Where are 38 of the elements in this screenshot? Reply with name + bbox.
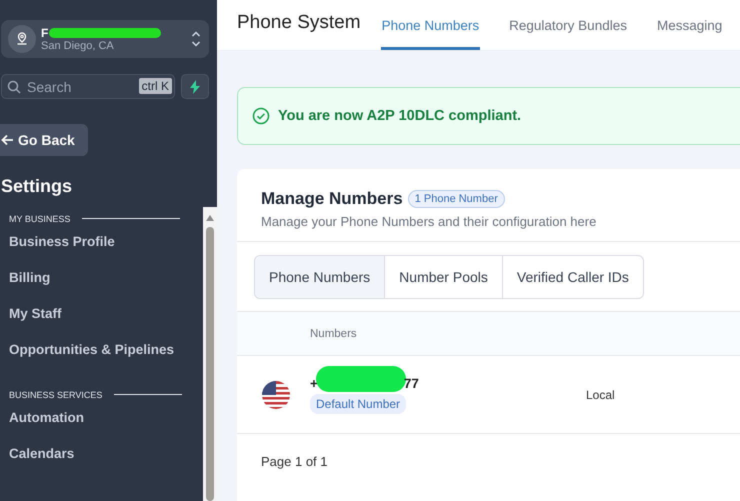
card-title: Manage Numbers bbox=[261, 189, 403, 209]
sidebar-title: Settings bbox=[1, 176, 74, 198]
segment-tab[interactable]: Verified Caller IDs bbox=[502, 256, 643, 298]
check-circle-icon bbox=[252, 107, 270, 125]
lightning-bolt-icon bbox=[189, 80, 201, 94]
us-flag-icon bbox=[262, 380, 290, 408]
page-title: Phone System bbox=[237, 12, 361, 34]
back-button[interactable]: Go Back bbox=[0, 124, 88, 156]
chevron-updown-icon bbox=[191, 30, 201, 48]
location-name: F bbox=[41, 26, 48, 40]
column-header: Numbers bbox=[310, 328, 357, 340]
count-badge: 1 Phone Number bbox=[408, 190, 505, 208]
tab[interactable]: Phone Numbers bbox=[380, 18, 480, 50]
tab[interactable]: Messaging bbox=[656, 18, 724, 50]
phone-number-start: + bbox=[310, 376, 318, 391]
section-heading: MY BUSINESS bbox=[9, 214, 70, 224]
location-pin-icon bbox=[8, 25, 36, 54]
sidebar-item[interactable]: Automation bbox=[0, 400, 203, 436]
location-switcher[interactable]: F San Diego, CA bbox=[1, 20, 209, 58]
phone-number-end: 77 bbox=[404, 376, 419, 391]
banner-text: You are now A2P 10DLC compliant. bbox=[278, 108, 522, 124]
pagination-text: Page 1 of 1 bbox=[260, 453, 328, 469]
number-type: Local bbox=[586, 388, 615, 402]
sidebar-item[interactable]: Billing bbox=[0, 260, 203, 296]
tab[interactable]: Regulatory Bundles bbox=[508, 18, 628, 50]
arrow-left-icon bbox=[1, 134, 14, 146]
segment-tab[interactable]: Phone Numbers bbox=[255, 256, 384, 298]
card-subtitle: Manage your Phone Numbers and their configuration here bbox=[261, 214, 598, 229]
section-heading: BUSINESS SERVICES bbox=[9, 390, 102, 400]
default-tag: Default Number bbox=[310, 394, 406, 414]
sidebar-item[interactable]: Business Profile bbox=[0, 224, 203, 260]
segment-tab[interactable]: Number Pools bbox=[384, 256, 502, 298]
sidebar-item[interactable]: Opportunities & Pipelines bbox=[0, 332, 203, 368]
sidebar-item[interactable]: My Staff bbox=[0, 296, 203, 332]
location-city: San Diego, CA bbox=[41, 40, 115, 52]
shortcut-key: ctrl K bbox=[138, 78, 172, 94]
sidebar-item[interactable]: Calendars bbox=[0, 436, 203, 472]
quick-action-button[interactable] bbox=[181, 74, 209, 100]
